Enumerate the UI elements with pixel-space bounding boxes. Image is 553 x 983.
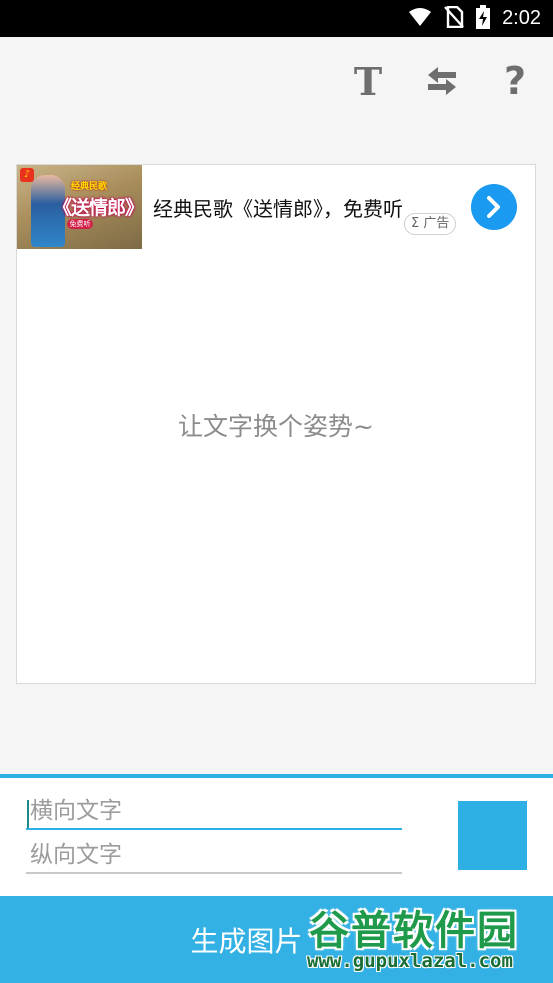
vertical-text-input[interactable] [26, 838, 402, 874]
ad-thumb-pill: 免费听 [67, 219, 93, 229]
ad-thumb-big-text: 《送情郎》 [53, 197, 142, 219]
preview-card: ♪ 经典民歌 《送情郎》 免费听 经典民歌《送情郎》，免费听 Σ 广告 让文字换… [16, 164, 536, 684]
ad-banner[interactable]: ♪ 经典民歌 《送情郎》 免费听 经典民歌《送情郎》，免费听 Σ 广告 [17, 165, 535, 249]
status-bar: 2:02 [0, 0, 553, 37]
generate-image-label: 生成图片 [190, 925, 303, 957]
ad-title[interactable]: 经典民歌《送情郎》，免费听 [153, 193, 403, 222]
wifi-icon [408, 7, 432, 31]
chevron-right-icon [487, 196, 500, 218]
text-style-button[interactable]: T [346, 58, 390, 104]
ad-thumbnail[interactable]: ♪ 经典民歌 《送情郎》 免费听 [17, 165, 142, 249]
preview-placeholder: 让文字换个姿势~ [178, 412, 374, 441]
color-picker-swatch[interactable] [458, 801, 527, 870]
watermark: 谷普软件园 www.gupuxlazal.com [303, 896, 553, 983]
watermark-url: www.gupuxlazal.com [307, 950, 513, 972]
text-style-icon: T [353, 58, 383, 104]
help-button[interactable]: ? [493, 59, 537, 103]
ad-badge: Σ 广告 [404, 213, 457, 235]
battery-charging-icon [476, 4, 491, 33]
ad-thumb-small-text: 经典民歌 [71, 182, 108, 192]
ad-logo-icon: ♪ [20, 168, 34, 182]
input-panel [0, 774, 553, 896]
toolbar: T ? [0, 37, 553, 127]
text-caret [27, 800, 29, 828]
no-sim-icon [444, 5, 464, 32]
horizontal-text-input[interactable] [26, 794, 402, 830]
swap-direction-button[interactable] [420, 59, 464, 103]
ad-go-button[interactable] [471, 184, 517, 230]
swap-arrows-icon [428, 67, 456, 95]
help-icon: ? [503, 59, 527, 103]
watermark-title: 谷普软件园 [309, 908, 519, 954]
status-time: 2:02 [502, 7, 541, 29]
